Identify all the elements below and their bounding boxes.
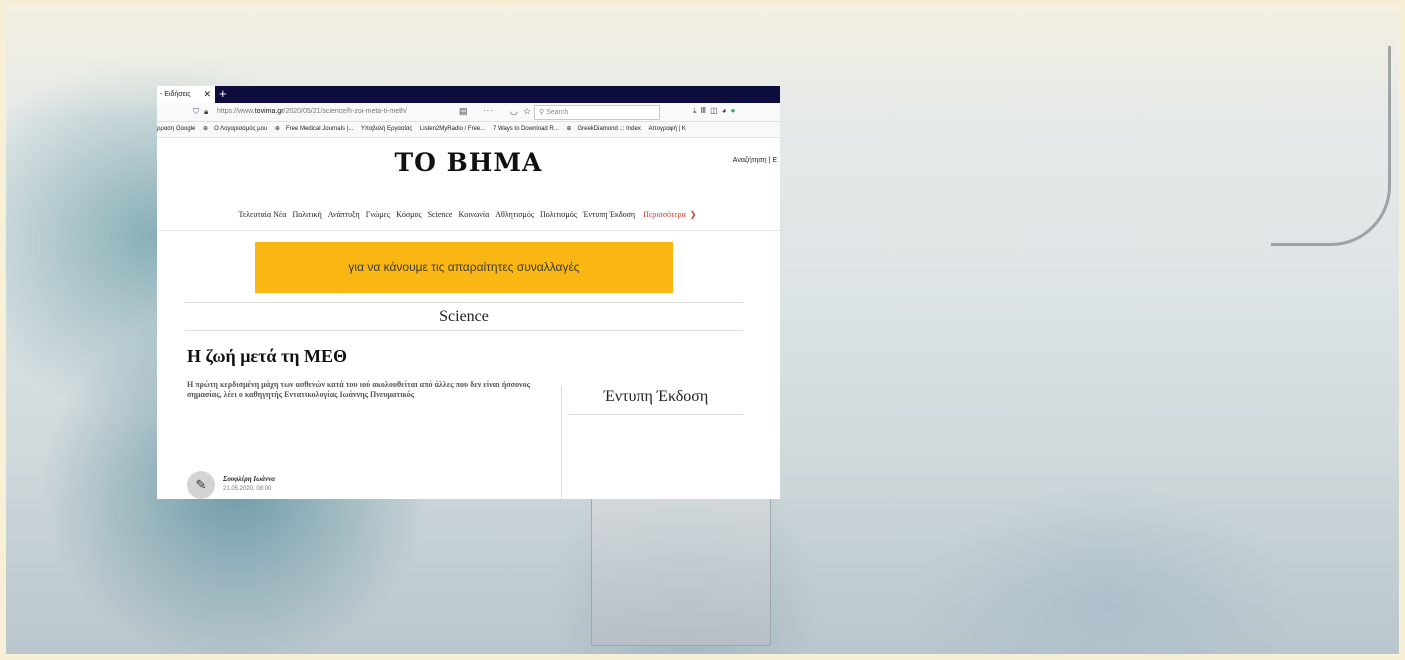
globe-icon: ⊕ [566, 126, 572, 132]
browser-tab[interactable]: - Ειδήσεις ✕ [157, 86, 215, 103]
tab-bar: - Ειδήσεις ✕ + [157, 86, 780, 103]
more-icon[interactable]: ··· [483, 106, 494, 115]
nav-more-label: Περισσότερα [643, 210, 686, 219]
nav-item[interactable]: Κοινωνία [458, 210, 489, 219]
nav-item[interactable]: Τελευταία Νέα [238, 210, 286, 219]
column-divider [561, 386, 562, 499]
shield-icon[interactable]: ⛉ [193, 107, 199, 117]
nav-item[interactable]: Science [428, 210, 453, 219]
main-nav: Τελευταία Νέα Πολιτική Ανάπτυξη Γνώμες Κ… [157, 210, 780, 219]
search-icon: ⚲ [539, 109, 545, 116]
nav-item[interactable]: Γνώμες [366, 210, 390, 219]
website: ΤΟ ΒΗΜΑ Αναζήτηση | Ε Τελευταία Νέα Πολι… [157, 138, 780, 499]
url-path: /2020/05/21/science/h-zoi-meta-ti-meth/ [283, 108, 407, 115]
download-icon[interactable]: ⤓ [693, 106, 701, 115]
article-lead: Η πρώτη κερδισμένη μάχη των ασθενών κατά… [187, 380, 530, 399]
nav-more-link[interactable]: Περισσότερα ❯ [641, 210, 698, 219]
bookmark-star-icon[interactable]: ☆ [523, 106, 531, 117]
sidebar-icon[interactable]: ◫ [710, 106, 722, 115]
nav-item[interactable]: Πολιτισμός [540, 210, 577, 219]
browser-screenshot: - Ειδήσεις ✕ + ⛉ 🔒︎ https://www.tovima.g… [157, 86, 780, 499]
bookmarks-bar: ρραση Google ⊕ Ο Λογαριασμός μου ⊕ Free Me… [157, 122, 780, 138]
bookmark-item[interactable]: Listen2MyRadio / Free... [420, 126, 485, 132]
medical-device [591, 476, 771, 646]
grammarly-icon[interactable]: ● [730, 106, 739, 115]
tab-label: - Ειδήσεις [160, 91, 191, 98]
search-input[interactable]: ⚲ Search [534, 105, 660, 120]
bookmark-item[interactable]: Free Medical Journals |... [286, 126, 353, 132]
search-placeholder: Search [546, 109, 569, 116]
globe-icon: ⊕ [274, 126, 280, 132]
url-field[interactable]: https://www.tovima.gr/2020/05/21/science… [217, 108, 407, 115]
chevron-down-icon: ❯ [689, 210, 697, 219]
close-icon[interactable]: ✕ [203, 86, 211, 103]
new-tab-button[interactable]: + [219, 86, 227, 102]
toolbar-icons[interactable]: ⤓Ⅲ◫◕● [693, 106, 739, 116]
nav-item[interactable]: Κόσμος [396, 210, 422, 219]
article-title[interactable]: Η ζωή μετά τη ΜΕΘ [187, 346, 347, 367]
ad-banner[interactable]: για να κάνουμε τις απαραίτητες συναλλαγέ… [255, 242, 673, 293]
bookmark-item[interactable]: Ο Λογαριασμός μου [214, 126, 267, 132]
library-icon[interactable]: Ⅲ [701, 106, 711, 115]
bookmark-item[interactable]: Υποβολή Εργασίας [361, 126, 412, 132]
ventilator-tube [1271, 46, 1391, 246]
nav-item[interactable]: Ανάπτυξη [328, 210, 360, 219]
site-logo[interactable]: ΤΟ ΒΗΜΑ [157, 148, 780, 177]
bookmark-item[interactable]: Απογραφή | Κ [649, 126, 686, 132]
search-link[interactable]: Αναζήτηση | Ε [733, 157, 777, 164]
lock-icon[interactable]: 🔒︎ [204, 107, 208, 117]
bookmark-item[interactable]: GreekDiamond .:: Index [577, 126, 640, 132]
author-name[interactable]: Σουφλέρη Ιωάννα [223, 475, 275, 483]
bookmark-item[interactable]: ρραση Google [157, 126, 195, 132]
navigation-bar: ⛉ 🔒︎ https://www.tovima.gr/2020/05/21/sc… [157, 103, 780, 122]
sidebar-divider [569, 414, 743, 415]
nav-item[interactable]: Αθλητισμός [495, 210, 534, 219]
pen-icon: ✎ [187, 471, 215, 499]
url-domain: tovima.gr [254, 108, 284, 115]
reader-view-icon[interactable]: ▤ [459, 106, 468, 117]
nav-item[interactable]: Πολιτική [292, 210, 321, 219]
section-title: Science [439, 308, 489, 325]
nav-divider [157, 230, 780, 231]
bookmark-item[interactable]: 7 Ways to Download R... [493, 126, 559, 132]
section-divider [185, 302, 743, 303]
nav-item[interactable]: Έντυπη Έκδοση [583, 210, 635, 219]
url-prefix: https://www. [217, 108, 255, 115]
section-divider [185, 330, 743, 331]
pocket-icon[interactable]: ◡ [510, 106, 518, 117]
globe-icon: ⊕ [203, 126, 209, 132]
sidebar-title: Έντυπη Έκδοση [603, 388, 709, 405]
article-date: 21.05.2020, 08:00 [223, 486, 272, 492]
